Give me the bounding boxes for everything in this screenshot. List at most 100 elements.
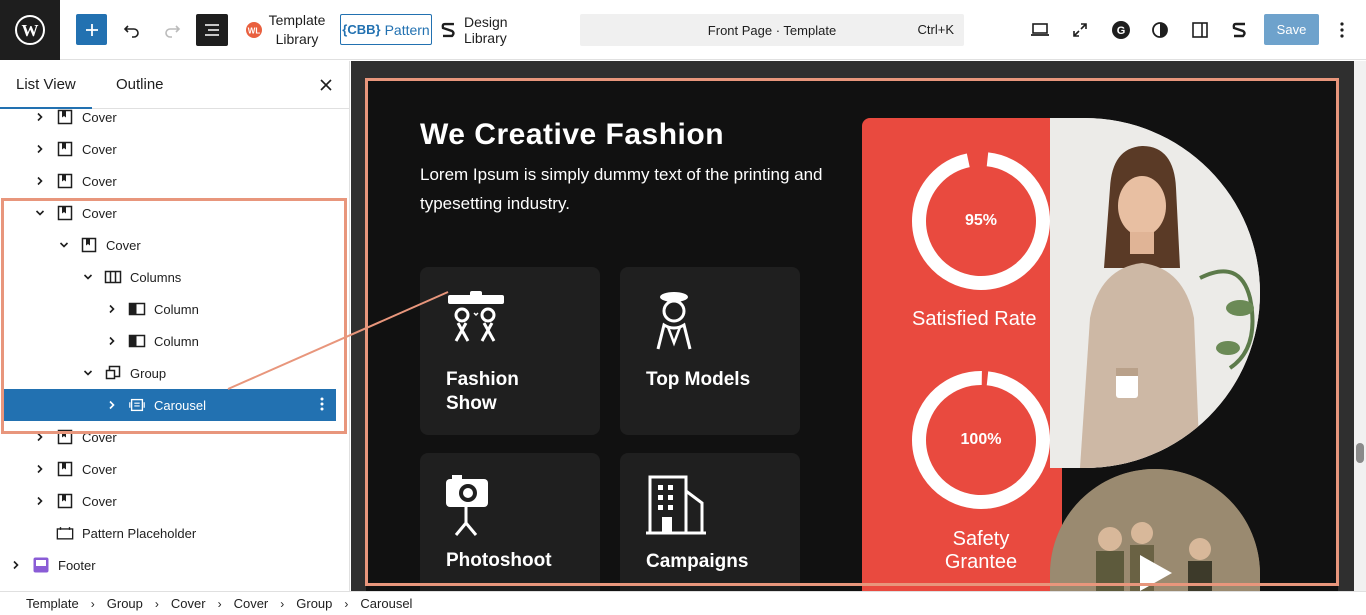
save-button[interactable]: Save [1264, 14, 1319, 45]
close-icon [320, 79, 332, 91]
design-library-label: Design Library [463, 13, 508, 46]
breadcrumb-item[interactable]: Cover [234, 596, 269, 611]
stackable-logo-icon [1232, 22, 1246, 38]
chevron-down-icon[interactable] [80, 269, 96, 285]
sidebar-item-cover[interactable]: Cover [0, 453, 350, 485]
document-title: Front Page · Template [707, 23, 837, 38]
sidebar-item-cover[interactable]: Cover [0, 197, 350, 229]
chevron-down-icon[interactable] [80, 365, 96, 381]
group-icon [104, 364, 122, 382]
cover-icon [56, 172, 74, 190]
breadcrumb-item[interactable]: Group [296, 596, 332, 611]
breadcrumb-item[interactable]: Template [26, 596, 79, 611]
editor-canvas[interactable]: We Creative Fashion Lorem Ipsum is simpl… [351, 61, 1354, 591]
chevron-right-icon[interactable] [32, 493, 48, 509]
card-label: Fashion Show [446, 369, 519, 414]
video-thumbnail[interactable] [1050, 469, 1260, 591]
document-overview-button[interactable] [196, 14, 228, 46]
column-icon [128, 300, 146, 318]
section-heading[interactable]: We Creative Fashion [420, 118, 724, 152]
stat-percent: 100% [960, 431, 1002, 448]
close-sidebar-button[interactable] [316, 75, 336, 95]
cover-icon [56, 140, 74, 158]
sidebar-item-columns[interactable]: Columns [0, 261, 350, 293]
breadcrumb-item[interactable]: Cover [171, 596, 206, 611]
fashion-show-icon [448, 291, 504, 342]
sidebar-item-column[interactable]: Column [0, 325, 350, 357]
canvas-scrollbar[interactable] [1354, 61, 1366, 591]
columns-icon [104, 268, 122, 286]
options-button[interactable] [1332, 18, 1352, 42]
grammarly-button[interactable]: G [1108, 17, 1134, 43]
chevron-right-icon[interactable] [104, 397, 120, 413]
chevron-right-icon[interactable] [104, 301, 120, 317]
card-top-models[interactable]: Top Models [620, 267, 800, 435]
play-icon[interactable] [1132, 551, 1176, 591]
section-description[interactable]: Lorem Ipsum is simply dummy text of the … [420, 160, 850, 218]
template-library-button[interactable]: WL Template Library [242, 10, 328, 50]
carousel-section[interactable]: We Creative Fashion Lorem Ipsum is simpl… [366, 78, 1338, 591]
sidebar-item-footer[interactable]: Footer [0, 549, 350, 581]
sidebar-item-cover[interactable]: Cover [0, 165, 350, 197]
sidebar-item-cover[interactable]: Cover [0, 133, 350, 165]
chevron-right-icon[interactable] [8, 557, 24, 573]
chevron-right-icon[interactable] [32, 429, 48, 445]
carousel-icon [128, 396, 146, 414]
redo-button[interactable] [158, 14, 186, 45]
design-library-button[interactable]: Design Library [440, 13, 554, 46]
card-campaigns[interactable]: Campaigns [620, 453, 800, 591]
more-vertical-icon [1340, 22, 1344, 38]
add-block-button[interactable] [76, 14, 107, 45]
pattern-label: Pattern [384, 21, 430, 38]
sidebar-item-label: Cover [106, 237, 141, 253]
sidebar-item-label: Cover [82, 493, 117, 509]
svg-text:WL: WL [247, 27, 260, 36]
building-icon [646, 475, 706, 535]
sidebar-item-group[interactable]: Group [0, 357, 350, 389]
chevron-right-icon[interactable] [32, 109, 48, 125]
stats-panel[interactable]: 95% Satisfied Rate 100% Safety Grantee [862, 118, 1062, 591]
settings-sidebar-button[interactable] [1188, 18, 1212, 42]
preview-device-button[interactable] [1028, 18, 1052, 42]
command-palette-button[interactable]: Front Page · Template Ctrl+K [580, 14, 964, 46]
model-photo[interactable] [1050, 118, 1260, 468]
chevron-right-icon[interactable] [32, 461, 48, 477]
chevron-right-icon[interactable] [32, 141, 48, 157]
undo-button[interactable] [118, 14, 146, 45]
expand-icon [1073, 23, 1087, 37]
cover-icon [56, 108, 74, 126]
cbb-icon: {CBB} [342, 22, 381, 37]
list-view-icon [205, 24, 219, 36]
sidebar-item-label: Cover [82, 429, 117, 445]
stackable-settings-button[interactable] [1228, 18, 1252, 42]
sidebar-item-pattern-placeholder[interactable]: Pattern Placeholder [0, 517, 350, 549]
wordpress-logo-button[interactable]: W [0, 0, 60, 60]
card-photoshoot[interactable]: Photoshoot [420, 453, 600, 591]
redo-icon [165, 24, 181, 38]
sidebar-item-carousel[interactable]: Carousel [4, 389, 336, 421]
chevron-right-icon: › [280, 596, 285, 611]
sidebar-item-column[interactable]: Column [0, 293, 350, 325]
sidebar-item-cover[interactable]: Cover [0, 101, 350, 133]
scrollbar-thumb[interactable] [1356, 443, 1364, 463]
sidebar-item-cover[interactable]: Cover [0, 421, 350, 453]
chevron-down-icon[interactable] [32, 205, 48, 221]
chevron-right-icon: › [217, 596, 222, 611]
styles-button[interactable] [1148, 18, 1172, 42]
more-vertical-icon[interactable] [320, 397, 324, 414]
fullscreen-button[interactable] [1068, 18, 1092, 42]
card-label: Photoshoot [446, 550, 552, 571]
chevron-right-icon: › [90, 596, 95, 611]
breadcrumb-item[interactable]: Group [107, 596, 143, 611]
chevron-right-icon[interactable] [104, 333, 120, 349]
model-image [1050, 118, 1260, 468]
sidebar-item-cover[interactable]: Cover [0, 485, 350, 517]
chevron-right-icon[interactable] [32, 173, 48, 189]
chevron-down-icon[interactable] [56, 237, 72, 253]
stat-percent: 95% [964, 212, 998, 229]
laptop-icon [1031, 23, 1049, 36]
pattern-button[interactable]: {CBB} Pattern [340, 14, 432, 45]
sidebar-item-cover[interactable]: Cover [0, 229, 350, 261]
card-fashion-show[interactable]: Fashion Show [420, 267, 600, 435]
sidebar-item-label: Cover [82, 461, 117, 477]
